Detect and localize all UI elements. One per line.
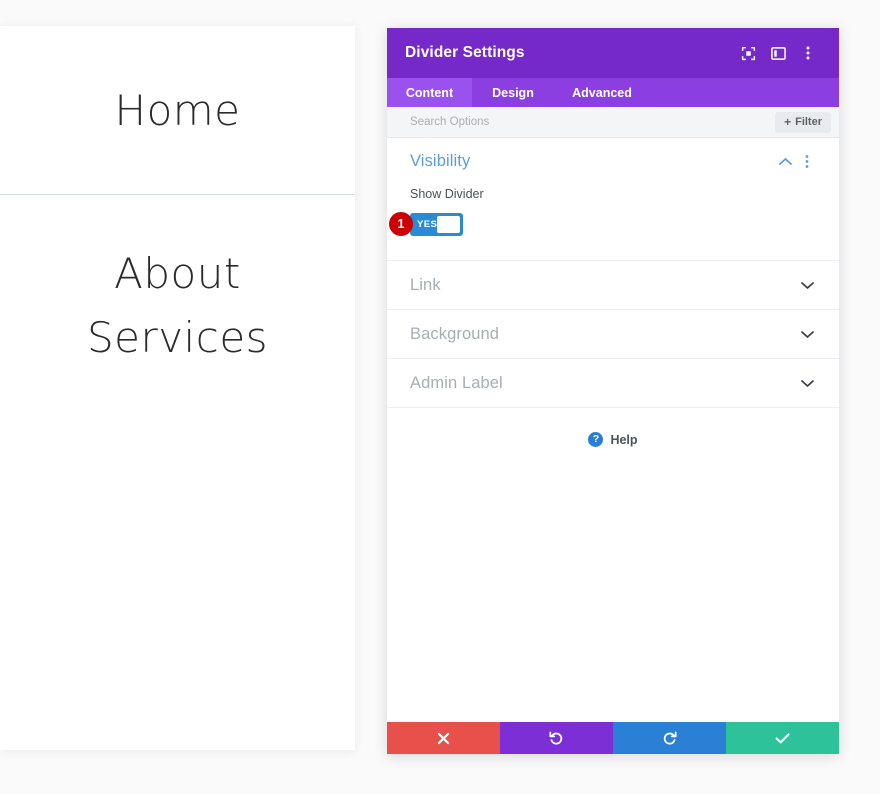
divider-settings-panel: Divider Settings Content Design Advanced… <box>387 28 839 754</box>
panel-tab-bar: Content Design Advanced <box>387 78 839 107</box>
horizontal-divider-line <box>0 194 355 195</box>
save-button[interactable] <box>726 722 839 754</box>
toggle-state-label: YES <box>417 218 438 230</box>
chevron-down-icon[interactable] <box>796 372 818 394</box>
filter-button-label: Filter <box>795 116 822 128</box>
search-row: + Filter <box>387 107 839 138</box>
close-icon <box>437 732 450 744</box>
section-admin-label[interactable]: Admin Label <box>387 359 839 408</box>
tab-content[interactable]: Content <box>387 78 472 107</box>
section-link[interactable]: Link <box>387 261 839 310</box>
section-admin-label-title: Admin Label <box>410 373 503 392</box>
section-kebab-menu-icon[interactable] <box>796 150 818 172</box>
panel-title: Divider Settings <box>405 44 525 61</box>
section-visibility: Visibility Show Divider 1 YES <box>387 138 839 261</box>
help-label: Help <box>610 432 638 447</box>
check-icon <box>775 732 790 743</box>
redo-icon <box>663 731 677 744</box>
undo-button[interactable] <box>500 722 613 754</box>
section-background[interactable]: Background <box>387 310 839 359</box>
screen-root: Home About Services Divider Settings Con… <box>0 0 880 794</box>
help-link[interactable]: ? Help <box>387 432 839 447</box>
panel-body: Visibility Show Divider 1 YES Link Backg… <box>387 138 839 722</box>
section-visibility-header[interactable]: Visibility <box>387 138 839 184</box>
show-divider-toggle[interactable]: YES <box>410 212 463 236</box>
redo-button[interactable] <box>613 722 726 754</box>
kebab-menu-icon[interactable] <box>793 38 823 68</box>
toggle-knob <box>437 215 460 233</box>
chevron-up-icon[interactable] <box>774 150 796 172</box>
chevron-down-icon[interactable] <box>796 323 818 345</box>
tab-advanced[interactable]: Advanced <box>554 78 650 107</box>
preview-text-about: About <box>114 249 241 298</box>
preview-text-services: Services <box>86 313 269 362</box>
section-background-title: Background <box>410 324 500 343</box>
expand-view-icon[interactable] <box>733 38 763 68</box>
page-preview-panel: Home About Services <box>0 26 355 750</box>
panel-header: Divider Settings <box>387 28 839 78</box>
search-input[interactable] <box>410 116 776 128</box>
show-divider-label: Show Divider <box>410 187 484 201</box>
show-divider-toggle-row: 1 YES <box>387 212 839 236</box>
panel-layout-icon[interactable] <box>763 38 793 68</box>
tab-design[interactable]: Design <box>472 78 554 107</box>
preview-text-home: Home <box>114 86 241 135</box>
section-visibility-title: Visibility <box>410 151 471 170</box>
panel-footer <box>387 722 839 754</box>
help-icon: ? <box>588 432 604 447</box>
section-link-title: Link <box>410 275 441 294</box>
undo-icon <box>549 731 563 744</box>
chevron-down-icon[interactable] <box>796 274 818 296</box>
filter-button[interactable]: + Filter <box>775 111 831 133</box>
cancel-button[interactable] <box>387 722 500 754</box>
step-badge-1: 1 <box>389 212 413 236</box>
plus-icon: + <box>784 115 792 129</box>
